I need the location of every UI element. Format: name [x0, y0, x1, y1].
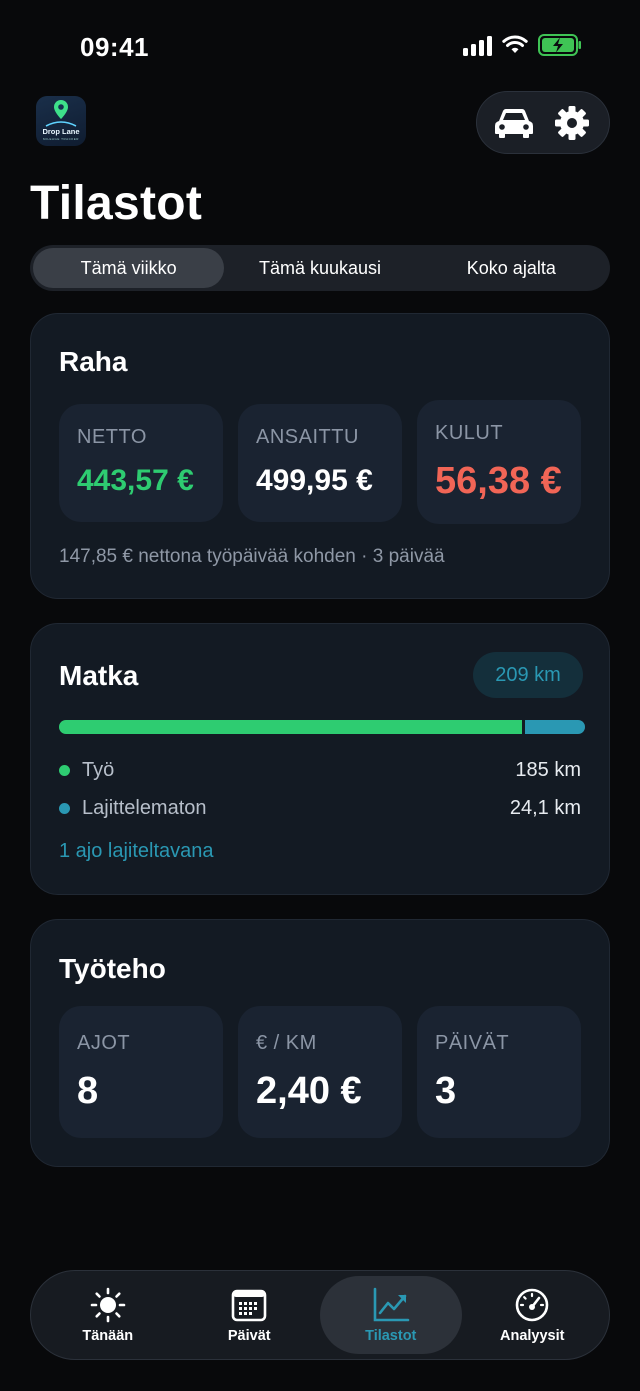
per-km-tile: € / KM 2,40 € [238, 1006, 402, 1138]
total-distance-badge: 209 km [473, 652, 583, 698]
trips-label: AJOT [77, 1032, 131, 1054]
logo-subtitle: MILEAGE TRACKER [43, 137, 79, 141]
tab-today[interactable]: Tänään [37, 1276, 179, 1354]
legend-row-work: Työ 185 km [59, 757, 581, 783]
app-logo: Drop Lane MILEAGE TRACKER [36, 96, 86, 146]
cellular-signal-icon [463, 34, 492, 56]
tab-days-label: Päivät [227, 1328, 271, 1344]
status-time: 09:41 [80, 32, 149, 62]
net-tile: NETTO 443,57 € [59, 404, 223, 522]
sun-icon [90, 1287, 126, 1323]
money-card: Raha NETTO 443,57 € ANSAITTU 499,95 € KU… [30, 313, 610, 599]
work-dot [59, 764, 70, 776]
settings-button[interactable] [546, 97, 598, 149]
car-icon [495, 108, 533, 138]
tab-today-label: Tänään [82, 1328, 134, 1344]
expenses-tile: KULUT 56,38 € [417, 400, 581, 524]
vehicle-button[interactable] [488, 97, 540, 149]
uncategorized-dot [59, 802, 70, 814]
gauge-icon [515, 1288, 549, 1322]
page-title: Tilastot [30, 177, 203, 230]
expenses-label: KULUT [435, 422, 504, 444]
categorize-trips-link[interactable]: 1 ajo lajiteltavana [59, 840, 214, 863]
period-segmented-control: Tämä viikko Tämä kuukausi Koko ajalta [30, 245, 610, 291]
per-km-value: 2,40 € [256, 1070, 362, 1112]
tab-analytics[interactable]: Analyysit [462, 1276, 604, 1354]
segment-all-time[interactable]: Koko ajalta [416, 248, 607, 288]
tab-bar: Tänään Päivät Tilastot Analyysit [30, 1270, 610, 1360]
logo-name: Drop Lane [42, 127, 80, 136]
gear-icon [555, 105, 589, 140]
battery-icon [538, 34, 581, 56]
calendar-icon [231, 1289, 267, 1322]
net-label: NETTO [77, 426, 147, 448]
legend-label-work: Työ [82, 758, 115, 781]
status-bar: 09:41 [0, 0, 640, 96]
status-icons [463, 34, 582, 56]
legend-value-uncategorized: 24,1 km [509, 796, 581, 819]
tab-stats[interactable]: Tilastot [320, 1276, 462, 1354]
chart-icon [373, 1287, 410, 1322]
trips-value: 8 [77, 1070, 99, 1112]
net-value: 443,57 € [77, 464, 194, 497]
days-value: 3 [435, 1070, 457, 1112]
earned-tile: ANSAITTU 499,95 € [238, 404, 402, 522]
efficiency-card-title: Työteho [59, 953, 166, 984]
distance-bar-work [59, 720, 522, 734]
trips-tile: AJOT 8 [59, 1006, 223, 1138]
distance-bar-uncategorized [524, 720, 585, 734]
wifi-icon [502, 35, 528, 53]
legend-row-uncategorized: Lajittelematon 24,1 km [59, 795, 581, 821]
expenses-value: 56,38 € [435, 460, 562, 502]
legend-label-uncategorized: Lajittelematon [82, 796, 207, 819]
header-actions [476, 91, 610, 154]
map-pin-icon [45, 100, 77, 127]
days-label: PÄIVÄT [435, 1032, 510, 1054]
earned-value: 499,95 € [256, 464, 373, 497]
segment-this-month[interactable]: Tämä kuukausi [224, 248, 415, 288]
trip-card: Matka 209 km Työ 185 km Lajittelematon 2… [30, 623, 610, 895]
money-card-title: Raha [59, 346, 128, 377]
tab-days[interactable]: Päivät [179, 1276, 321, 1354]
segment-this-week[interactable]: Tämä viikko [33, 248, 225, 288]
money-caption: 147,85 € nettona työpäivää kohden · 3 pä… [59, 546, 445, 567]
legend-value-work: 185 km [515, 758, 581, 781]
trip-card-title: Matka [59, 660, 139, 691]
earned-label: ANSAITTU [256, 426, 359, 448]
days-tile: PÄIVÄT 3 [417, 1006, 581, 1138]
tab-stats-label: Tilastot [365, 1328, 417, 1344]
tab-analytics-label: Analyysit [500, 1328, 565, 1344]
per-km-label: € / KM [256, 1032, 317, 1054]
distance-bar [59, 720, 585, 734]
efficiency-card: Työteho AJOT 8 € / KM 2,40 € PÄIVÄT 3 [30, 919, 610, 1167]
